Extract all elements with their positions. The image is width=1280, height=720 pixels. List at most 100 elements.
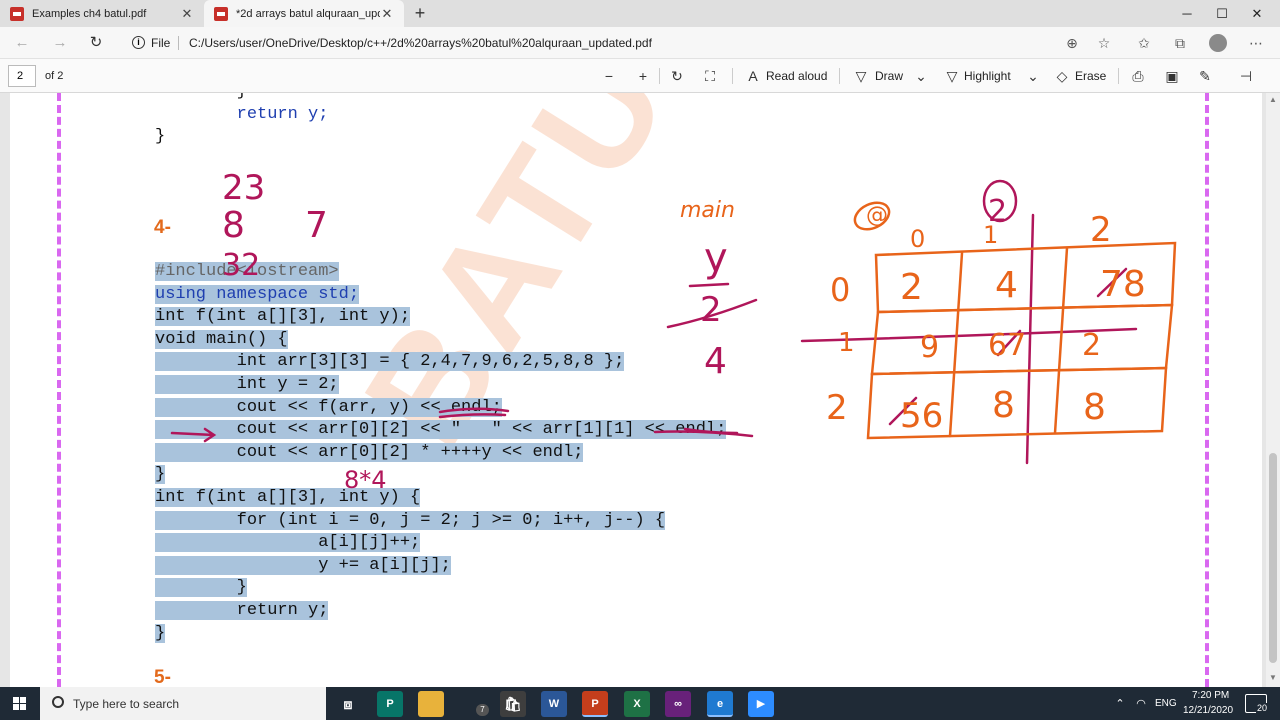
- page-total: of 2: [45, 70, 64, 82]
- page-number-input[interactable]: 2: [8, 65, 36, 87]
- code-line: int y = 2;: [155, 374, 339, 394]
- document-viewer[interactable]: BATUL ALQURAAN } return y; } 4- 5- #incl…: [0, 93, 1280, 687]
- save-icon[interactable]: ▣: [1163, 67, 1181, 85]
- pdf-toolbar: 2 of 2 − + ↻ ⛶ A Read aloud ▽ Draw ⌄ ▽ H…: [0, 59, 1280, 93]
- tab-strip: Examples ch4 batul.pdf ✕ *2d arrays batu…: [0, 0, 1280, 27]
- info-icon[interactable]: i: [132, 36, 145, 49]
- task-view-icon[interactable]: ⧈: [335, 691, 361, 717]
- code-line: return y;: [155, 104, 329, 124]
- code-line: }: [155, 127, 166, 147]
- notification-count: 20: [1256, 703, 1269, 713]
- address-bar: ← → ↻ i File C:/Users/user/OneDrive/Desk…: [0, 27, 1280, 59]
- pdf-icon: [10, 6, 24, 21]
- word-icon[interactable]: W: [541, 691, 567, 717]
- divider: [659, 68, 660, 84]
- print-icon[interactable]: ⎙: [1129, 67, 1147, 85]
- clock-time[interactable]: 7:20 PM: [1192, 690, 1229, 701]
- draw-button[interactable]: Draw: [875, 69, 903, 83]
- powerpoint-icon[interactable]: P: [582, 691, 608, 717]
- highlight-icon[interactable]: ▽: [943, 67, 961, 85]
- highlight-button[interactable]: Highlight: [964, 69, 1011, 83]
- chevron-down-icon[interactable]: ⌄: [912, 67, 930, 85]
- code-line: return y;: [155, 600, 329, 620]
- rotate-icon[interactable]: ↻: [668, 67, 686, 85]
- favorite-star-icon[interactable]: ☆: [1095, 34, 1113, 52]
- edge-icon[interactable]: e: [707, 691, 733, 717]
- code-line: }: [155, 93, 247, 101]
- url-field[interactable]: C:/Users/user/OneDrive/Desktop/c++/2d%20…: [189, 36, 652, 50]
- zoom-icon[interactable]: ▶: [748, 691, 774, 717]
- fit-page-icon[interactable]: ⛶: [701, 67, 719, 85]
- collections-icon[interactable]: ⧉: [1171, 34, 1189, 52]
- code-block: #include<iostream> using namespace std; …: [155, 261, 727, 645]
- excel-icon[interactable]: X: [624, 691, 650, 717]
- divider: [839, 68, 840, 84]
- forward-button[interactable]: →: [50, 33, 70, 53]
- code-line: int arr[3][3] = { 2,4,7,9,6,2,5,8,8 };: [155, 352, 625, 372]
- close-icon[interactable]: ✕: [380, 6, 394, 22]
- tab-label: *2d arrays batul alquraan_updat...: [236, 7, 380, 20]
- more-icon[interactable]: ⋯: [1247, 34, 1265, 52]
- divider: [1118, 68, 1119, 84]
- chevron-down-icon[interactable]: ⌄: [1024, 67, 1042, 85]
- pdf-icon: [214, 6, 228, 21]
- visual-studio-icon[interactable]: ∞: [665, 691, 691, 717]
- back-button[interactable]: ←: [12, 33, 32, 53]
- erase-button[interactable]: Erase: [1075, 69, 1106, 83]
- pin-icon[interactable]: ⊣: [1237, 67, 1255, 85]
- file-explorer-icon[interactable]: [418, 691, 444, 717]
- read-aloud-button[interactable]: Read aloud: [766, 69, 827, 83]
- search-icon: [52, 696, 64, 708]
- vertical-scrollbar[interactable]: ▲ ▼: [1266, 93, 1280, 687]
- code-line: cout << arr[0][2] * ++++y << endl;: [155, 442, 584, 462]
- favorites-icon[interactable]: ✩: [1135, 34, 1153, 52]
- scroll-thumb[interactable]: [1269, 453, 1277, 663]
- code-line: y += a[i][j];: [155, 555, 451, 575]
- start-button[interactable]: [0, 687, 40, 720]
- taskbar: Type here to search ⧈ P 7 🛍 W P X ∞ e ▶ …: [0, 687, 1280, 720]
- explorer-badge: 7: [476, 704, 489, 716]
- code-line: #include<iostream>: [155, 262, 339, 281]
- zoom-out-icon[interactable]: −: [600, 67, 618, 85]
- code-line: int f(int a[][3], int y);: [155, 307, 411, 327]
- read-aloud-icon[interactable]: A: [744, 67, 762, 85]
- windows-logo-icon: [13, 697, 27, 711]
- code-line: }: [155, 623, 166, 643]
- page-border-left: [57, 93, 61, 687]
- scroll-up-icon[interactable]: ▲: [1266, 95, 1280, 107]
- store-icon[interactable]: 🛍: [500, 691, 526, 717]
- refresh-button[interactable]: ↻: [86, 33, 106, 53]
- code-line: cout << f(arr, y) << endl;: [155, 397, 502, 417]
- new-tab-button[interactable]: +: [410, 3, 430, 23]
- chevron-up-icon[interactable]: ⌃: [1112, 696, 1128, 712]
- publisher-icon[interactable]: P: [377, 691, 403, 717]
- search-input[interactable]: Type here to search: [73, 697, 179, 711]
- scheme-label: File: [151, 36, 171, 50]
- code-line: }: [155, 578, 247, 598]
- volume-icon[interactable]: [1135, 696, 1151, 712]
- code-line: using namespace std;: [155, 284, 360, 304]
- draw-icon[interactable]: ▽: [852, 67, 870, 85]
- save-as-icon[interactable]: ✎: [1196, 67, 1214, 85]
- scroll-down-icon[interactable]: ▼: [1266, 673, 1280, 685]
- code-line: int f(int a[][3], int y) {: [155, 487, 421, 507]
- tab-2d-arrays-pdf[interactable]: *2d arrays batul alquraan_updat... ✕: [204, 0, 404, 27]
- code-line: for (int i = 0, j = 2; j >= 0; i++, j--)…: [155, 510, 666, 530]
- zoom-in-icon[interactable]: +: [634, 67, 652, 85]
- code-line: a[i][j]++;: [155, 533, 421, 553]
- code-line: }: [155, 465, 166, 485]
- close-window-button[interactable]: ✕: [1234, 0, 1280, 27]
- language-indicator[interactable]: ENG: [1155, 698, 1177, 709]
- problem-label: 4-: [154, 217, 171, 238]
- previous-code-block: } return y; }: [155, 93, 328, 149]
- close-icon[interactable]: ✕: [180, 6, 194, 22]
- tab-examples-pdf[interactable]: Examples ch4 batul.pdf ✕: [0, 0, 204, 27]
- eraser-icon[interactable]: ◇: [1053, 67, 1071, 85]
- zoom-icon[interactable]: ⊕: [1063, 34, 1081, 52]
- problem-label: 5-: [154, 667, 171, 687]
- taskbar-search[interactable]: Type here to search: [40, 687, 326, 720]
- avatar[interactable]: [1209, 34, 1227, 52]
- code-line: void main() {: [155, 329, 288, 349]
- clock-date[interactable]: 12/21/2020: [1183, 705, 1233, 716]
- tab-label: Examples ch4 batul.pdf: [32, 7, 147, 20]
